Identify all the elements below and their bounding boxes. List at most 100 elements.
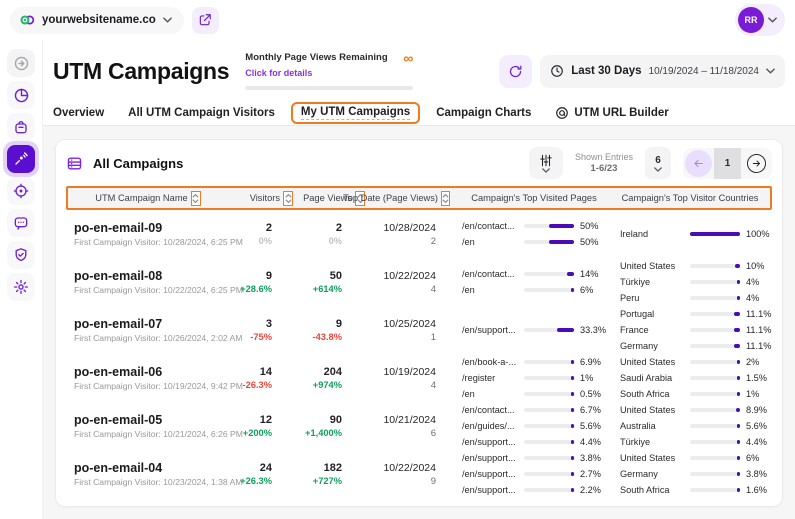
campaign-name: po-en-email-09 — [74, 221, 226, 235]
top-visitor-countries: Portugal11.1%France11.1%Germany11.1% — [608, 309, 768, 351]
user-menu[interactable]: RR — [735, 4, 785, 36]
sidebar-item-target[interactable] — [7, 177, 35, 205]
bar-track — [690, 360, 740, 364]
visitors-cell: 14-26.3% — [226, 366, 296, 390]
tab-overview[interactable]: Overview — [53, 107, 104, 119]
table-row[interactable]: po-en-email-06First Campaign Visitor: 10… — [66, 354, 772, 402]
shown-entries: Shown Entries 1-6/23 — [575, 152, 633, 174]
table-row[interactable]: po-en-email-05First Campaign Visitor: 10… — [66, 402, 772, 450]
section-title: All Campaigns — [93, 156, 183, 171]
sidebar-item-bag[interactable] — [7, 113, 35, 141]
filter-button[interactable] — [529, 147, 563, 179]
current-page: 1 — [714, 148, 741, 179]
bar-fill — [734, 312, 740, 316]
quota-details-link[interactable]: Click for details — [245, 68, 312, 78]
top-visited-pages: /en/support...33.3% — [456, 325, 608, 335]
bar-track — [524, 472, 574, 476]
top-date: 10/25/2024 — [368, 318, 436, 330]
sidebar-item-shield[interactable] — [7, 241, 35, 269]
tab-my-utm-campaigns[interactable]: My UTM Campaigns — [291, 102, 420, 124]
campaign-name: po-en-email-04 — [74, 461, 226, 475]
bar-fill — [737, 280, 740, 284]
sort-icon[interactable] — [441, 191, 450, 206]
bar-fill — [571, 424, 574, 428]
main: UTM Campaigns Monthly Page Views Remaini… — [43, 40, 795, 519]
metric-bar-row: /en/book-a-...6.9% — [462, 357, 608, 367]
table-body: po-en-email-09 First Campaign Visitor: 10… — [66, 210, 772, 498]
top-visited-pages: /en/contact...6.7%/en/guides/...5.6%/en/… — [456, 405, 608, 447]
column-label: UTM Campaign Name — [95, 193, 187, 203]
bar-track — [524, 456, 574, 460]
bar-fill — [737, 456, 740, 460]
site-switcher[interactable]: yourwebsitename.co — [10, 7, 184, 34]
first-visitor-note: First Campaign Visitor: 10/28/2024, 6:25… — [74, 237, 226, 247]
bar-track — [690, 376, 740, 380]
tab-all-utm-campaign-visitors[interactable]: All UTM Campaign Visitors — [128, 107, 275, 119]
target-icon — [13, 183, 29, 199]
arrow-left-icon — [692, 157, 705, 170]
sort-icon[interactable] — [191, 191, 201, 206]
metric-bar-row: United States2% — [620, 357, 768, 367]
table-row[interactable]: po-en-email-04First Campaign Visitor: 10… — [66, 450, 772, 498]
next-page-button[interactable] — [743, 150, 770, 177]
visitors-cell: 24+26.3% — [226, 462, 296, 486]
prev-page-button[interactable] — [685, 150, 712, 177]
sidebar-item-collapse-arrow[interactable] — [7, 49, 35, 77]
top-visited-pages: /en/support...3.8%/en/support...2.7%/en/… — [456, 453, 608, 495]
metric-bar-row: United States10% — [620, 261, 768, 271]
page-views-cell: 90+1,400% — [296, 414, 368, 438]
bar-fill — [737, 472, 740, 476]
column-header-visitors[interactable]: Visitors — [228, 191, 298, 206]
campaign-name: po-en-email-06 — [74, 365, 226, 379]
open-site-button[interactable] — [192, 7, 219, 34]
sidebar-item-pie-chart[interactable] — [7, 81, 35, 109]
metric-bar-row: Ireland100% — [620, 229, 768, 239]
metric-bar-row: /en/support...4.4% — [462, 437, 608, 447]
table-row[interactable]: po-en-email-08First Campaign Visitor: 10… — [66, 258, 772, 306]
metric-bar-row: Australia5.6% — [620, 421, 768, 431]
bar-fill — [549, 240, 574, 244]
bar-track — [524, 288, 574, 292]
quota-label: Monthly Page Views Remaining — [245, 52, 387, 63]
site-name: yourwebsitename.co — [42, 14, 156, 26]
tab-campaign-charts[interactable]: Campaign Charts — [436, 107, 531, 119]
visitors-cell: 3-75% — [226, 318, 296, 342]
megaphone-icon — [7, 145, 35, 173]
refresh-button[interactable] — [499, 55, 532, 88]
metric-bar-row: South Africa1% — [620, 389, 768, 399]
bar-fill — [737, 392, 740, 396]
page-views-cell: 204+974% — [296, 366, 368, 390]
column-header-campaign-s-top-visitor-countries: Campaign's Top Visitor Countries — [610, 193, 770, 203]
bar-fill — [571, 288, 574, 292]
bar-fill — [571, 456, 574, 460]
page-views-cell: 182+727% — [296, 462, 368, 486]
metric-bar-row: Peru4% — [620, 293, 768, 303]
bar-track — [524, 360, 574, 364]
tab-utm-url-builder[interactable]: UTM URL Builder — [555, 106, 668, 120]
column-header-utm-campaign-name[interactable]: UTM Campaign Name — [68, 191, 228, 206]
sidebar-item-megaphone[interactable] — [3, 141, 39, 177]
column-header-top-date-page-views[interactable]: Top Date (Page Views) — [370, 191, 458, 206]
table-header-row: UTM Campaign NameVisitorsPage ViewsTop D… — [66, 186, 772, 210]
bar-track — [524, 392, 574, 396]
top-date-cell: 10/28/20242 — [368, 222, 456, 247]
chevron-down-icon — [542, 168, 550, 173]
quota-widget: Monthly Page Views Remaining Click for d… — [245, 52, 413, 90]
top-date-cell: 10/22/20249 — [368, 462, 456, 487]
table-row[interactable]: po-en-email-09 First Campaign Visitor: 10… — [66, 210, 772, 258]
page-size-select[interactable]: 6 — [645, 147, 671, 179]
metric-bar-row: United States8.9% — [620, 405, 768, 415]
bar-fill — [737, 440, 740, 444]
sidebar-item-gear[interactable] — [7, 273, 35, 301]
sidebar-item-chat[interactable] — [7, 209, 35, 237]
bag-icon — [13, 119, 29, 135]
bar-fill — [737, 376, 740, 380]
visitors-cell: 9+28.6% — [226, 270, 296, 294]
bar-fill — [549, 224, 574, 228]
bar-track — [690, 344, 740, 348]
table-row[interactable]: po-en-email-07First Campaign Visitor: 10… — [66, 306, 772, 354]
top-date-views: 4 — [368, 380, 436, 391]
metric-bar-row: Germany3.8% — [620, 469, 768, 479]
sort-icon[interactable] — [283, 191, 293, 206]
date-range-picker[interactable]: Last 30 Days 10/19/2024 – 11/18/2024 — [540, 55, 785, 88]
